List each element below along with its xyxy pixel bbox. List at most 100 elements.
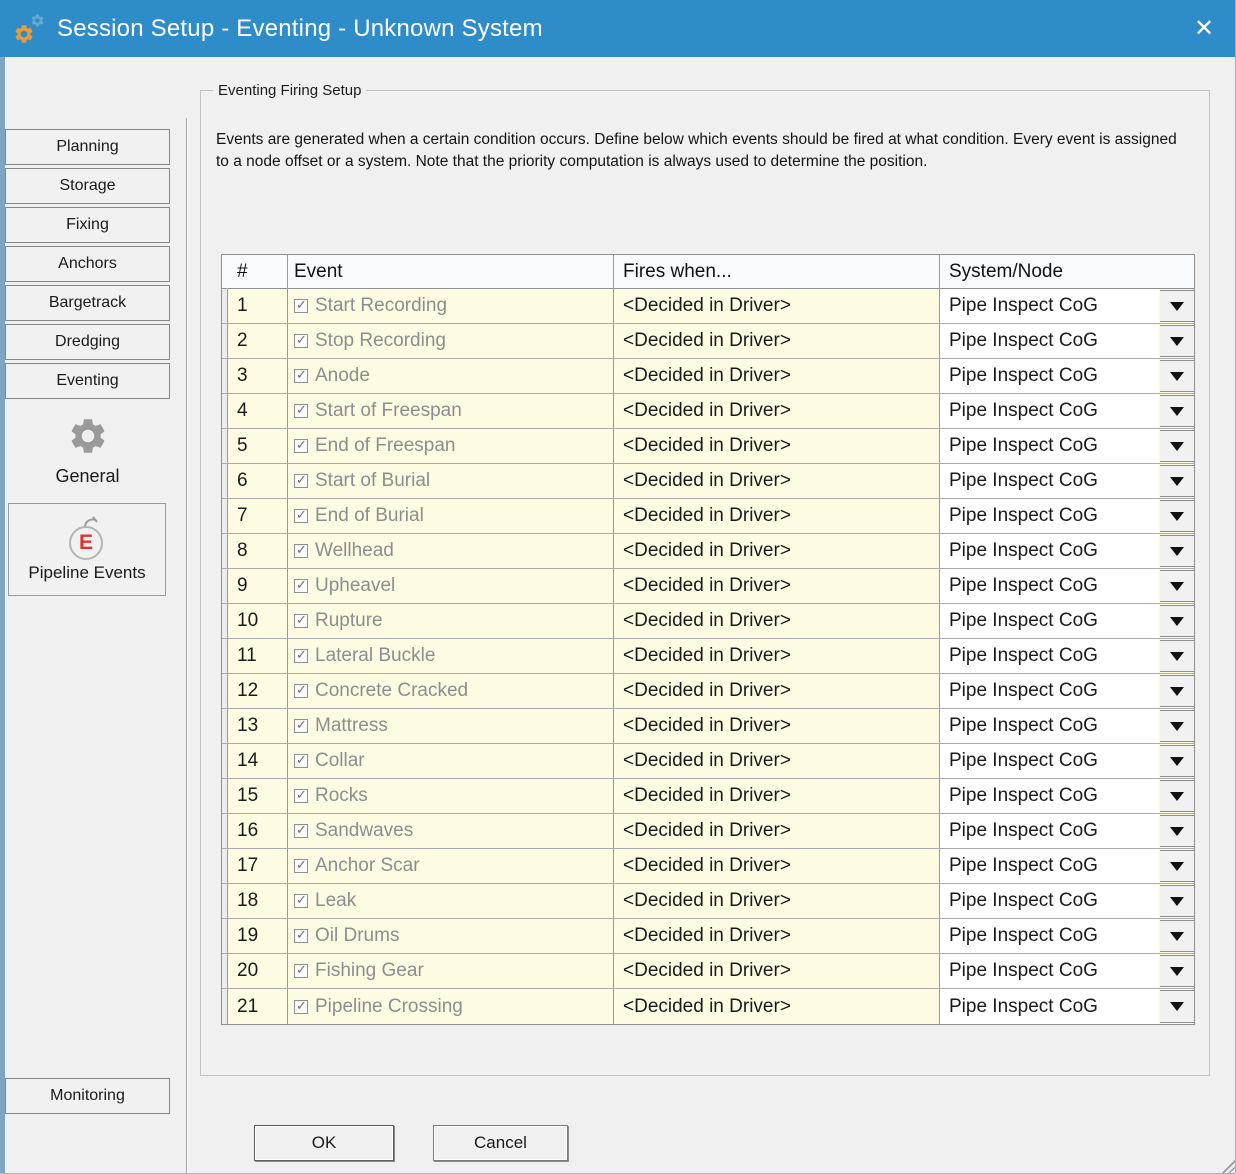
system-node-value[interactable]: Pipe Inspect CoG (940, 709, 1158, 743)
system-node-dropdown-button[interactable] (1160, 290, 1194, 322)
system-node-value[interactable]: Pipe Inspect CoG (940, 569, 1158, 603)
close-icon[interactable]: ✕ (1173, 0, 1235, 57)
fires-when-cell: <Decided in Driver> (614, 639, 940, 674)
sidebar-item-general[interactable]: General (5, 415, 170, 487)
system-node-dropdown-button[interactable] (1160, 675, 1194, 707)
event-checkbox[interactable] (294, 719, 308, 733)
system-node-dropdown-button[interactable] (1160, 535, 1194, 567)
system-node-dropdown-button[interactable] (1160, 815, 1194, 847)
system-node-dropdown-button[interactable] (1160, 465, 1194, 497)
system-node-value[interactable]: Pipe Inspect CoG (940, 534, 1158, 568)
cancel-button[interactable]: Cancel (433, 1125, 568, 1161)
system-node-dropdown-button[interactable] (1160, 640, 1194, 672)
fires-when-value: <Decided in Driver> (623, 400, 791, 422)
system-node-value[interactable]: Pipe Inspect CoG (940, 989, 1158, 1024)
fires-when-value: <Decided in Driver> (623, 925, 791, 947)
event-label: Start of Burial (315, 470, 430, 492)
system-node-dropdown-button[interactable] (1160, 780, 1194, 812)
event-cell: Rocks (288, 779, 614, 814)
row-number: 4 (228, 394, 288, 429)
event-checkbox[interactable] (294, 894, 308, 908)
system-node-value[interactable]: Pipe Inspect CoG (940, 499, 1158, 533)
sidebar-item-dredging[interactable]: Dredging (5, 324, 170, 360)
table-row: 17 Anchor Scar <Decided in Driver> Pipe … (222, 849, 1194, 884)
system-node-value[interactable]: Pipe Inspect CoG (940, 324, 1158, 358)
event-checkbox[interactable] (294, 649, 308, 663)
fires-when-cell: <Decided in Driver> (614, 604, 940, 639)
system-node-dropdown-button[interactable] (1160, 395, 1194, 427)
system-node-value[interactable]: Pipe Inspect CoG (940, 779, 1158, 813)
event-checkbox[interactable] (294, 614, 308, 628)
system-node-value[interactable]: Pipe Inspect CoG (940, 674, 1158, 708)
events-table: # Event Fires when... System/Node 1 Star… (221, 254, 1195, 1025)
system-node-dropdown-button[interactable] (1160, 605, 1194, 637)
event-checkbox[interactable] (294, 684, 308, 698)
system-node-dropdown-button[interactable] (1160, 990, 1194, 1023)
sidebar-item-planning[interactable]: Planning (5, 129, 170, 165)
system-node-value[interactable]: Pipe Inspect CoG (940, 954, 1158, 988)
event-checkbox[interactable] (294, 509, 308, 523)
resize-grip[interactable] (1220, 1158, 1235, 1173)
event-checkbox[interactable] (294, 439, 308, 453)
row-number: 10 (228, 604, 288, 639)
ok-button[interactable]: OK (254, 1125, 394, 1161)
system-node-dropdown-button[interactable] (1160, 430, 1194, 462)
fires-when-cell: <Decided in Driver> (614, 849, 940, 884)
group-description: Events are generated when a certain cond… (216, 129, 1182, 173)
system-node-value[interactable]: Pipe Inspect CoG (940, 289, 1158, 323)
sidebar-item-fixing[interactable]: Fixing (5, 207, 170, 243)
system-node-value[interactable]: Pipe Inspect CoG (940, 919, 1158, 953)
system-node-dropdown-button[interactable] (1160, 850, 1194, 882)
system-node-value[interactable]: Pipe Inspect CoG (940, 394, 1158, 428)
system-node-value[interactable]: Pipe Inspect CoG (940, 849, 1158, 883)
system-node-value[interactable]: Pipe Inspect CoG (940, 604, 1158, 638)
system-node-dropdown-button[interactable] (1160, 920, 1194, 952)
system-node-dropdown-button[interactable] (1160, 325, 1194, 357)
system-node-cell: Pipe Inspect CoG (940, 989, 1194, 1024)
system-node-cell: Pipe Inspect CoG (940, 709, 1194, 744)
col-header-event: Event (288, 255, 614, 289)
sidebar-item-bargetrack[interactable]: Bargetrack (5, 285, 170, 321)
system-node-value[interactable]: Pipe Inspect CoG (940, 429, 1158, 463)
event-checkbox[interactable] (294, 789, 308, 803)
event-checkbox[interactable] (294, 824, 308, 838)
event-checkbox[interactable] (294, 544, 308, 558)
chevron-down-icon (1170, 617, 1184, 626)
event-checkbox[interactable] (294, 334, 308, 348)
system-node-dropdown-button[interactable] (1160, 360, 1194, 392)
system-node-value[interactable]: Pipe Inspect CoG (940, 744, 1158, 778)
system-node-dropdown-button[interactable] (1160, 500, 1194, 532)
system-node-value[interactable]: Pipe Inspect CoG (940, 359, 1158, 393)
pipeline-events-bomb-icon: E (67, 516, 107, 560)
system-node-dropdown-button[interactable] (1160, 885, 1194, 917)
event-checkbox[interactable] (294, 299, 308, 313)
event-checkbox[interactable] (294, 369, 308, 383)
titlebar[interactable]: Session Setup - Eventing - Unknown Syste… (0, 0, 1235, 57)
col-header-system: System/Node (940, 255, 1194, 289)
sidebar-item-pipeline-events[interactable]: E Pipeline Events (8, 503, 166, 596)
system-node-cell: Pipe Inspect CoG (940, 569, 1194, 604)
system-node-dropdown-button[interactable] (1160, 745, 1194, 777)
system-node-value[interactable]: Pipe Inspect CoG (940, 884, 1158, 918)
sidebar-item-eventing[interactable]: Eventing (5, 363, 170, 399)
event-checkbox[interactable] (294, 964, 308, 978)
system-node-value[interactable]: Pipe Inspect CoG (940, 639, 1158, 673)
event-checkbox[interactable] (294, 579, 308, 593)
system-node-dropdown-button[interactable] (1160, 710, 1194, 742)
system-node-value[interactable]: Pipe Inspect CoG (940, 464, 1158, 498)
system-node-dropdown-button[interactable] (1160, 955, 1194, 987)
event-checkbox[interactable] (294, 404, 308, 418)
sidebar-item-monitoring[interactable]: Monitoring (5, 1078, 170, 1114)
event-checkbox[interactable] (294, 754, 308, 768)
event-cell: Start of Burial (288, 464, 614, 499)
event-checkbox[interactable] (294, 859, 308, 873)
sidebar-item-anchors[interactable]: Anchors (5, 246, 170, 282)
fires-when-cell: <Decided in Driver> (614, 919, 940, 954)
system-node-dropdown-button[interactable] (1160, 570, 1194, 602)
sidebar-item-storage[interactable]: Storage (5, 168, 170, 204)
col-header-num: # (228, 255, 288, 289)
event-checkbox[interactable] (294, 474, 308, 488)
event-checkbox[interactable] (294, 929, 308, 943)
system-node-value[interactable]: Pipe Inspect CoG (940, 814, 1158, 848)
event-checkbox[interactable] (294, 1000, 308, 1014)
